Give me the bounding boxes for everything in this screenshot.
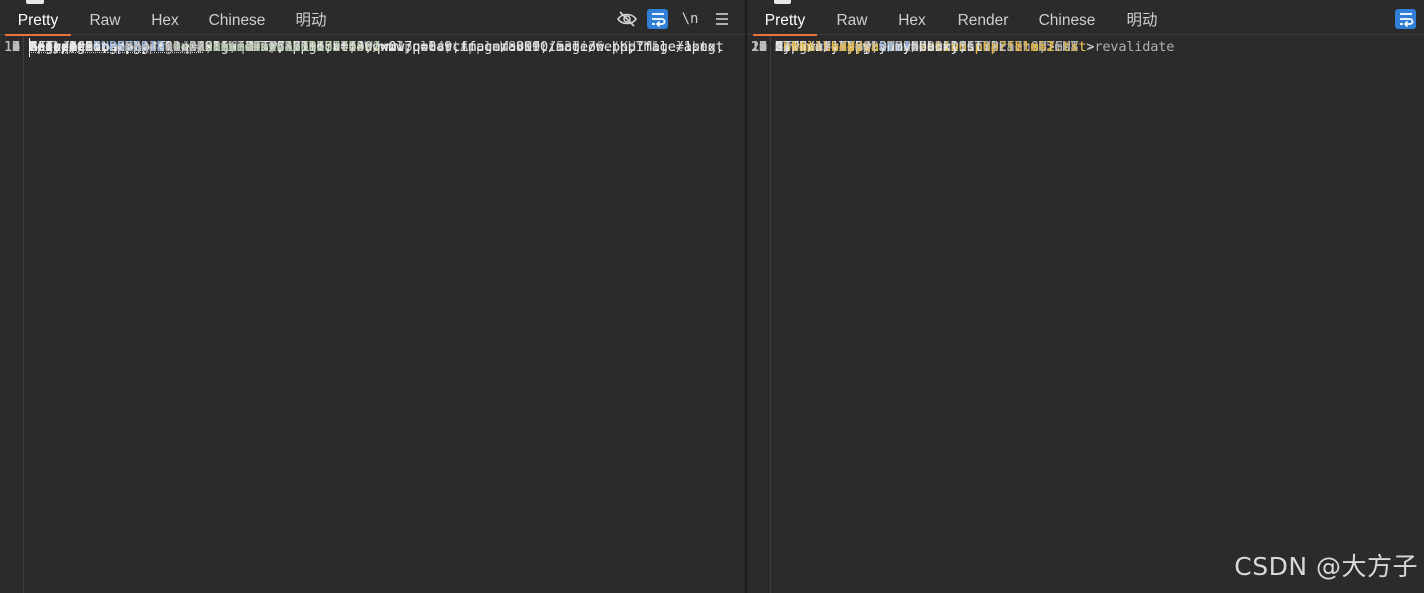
line-number: 12 xyxy=(4,39,20,55)
response-tab-pretty[interactable]: Pretty xyxy=(753,6,817,36)
request-editor[interactable]: 1 GET /action.php?file=1.txt HTTP/1.1 2 Hos… xyxy=(0,36,745,593)
html-token: > xyxy=(862,39,871,55)
html-token: body xyxy=(830,39,863,55)
request-tab-mingdong[interactable]: 明动 xyxy=(285,6,337,35)
html-token: a xyxy=(870,39,879,55)
response-pane: Pretty Raw Hex Render Chinese 明动 1 HTTP/1… xyxy=(747,0,1424,593)
response-title-fragment xyxy=(774,0,791,4)
eye-slash-icon[interactable] xyxy=(616,9,638,29)
request-title-fragment xyxy=(26,0,44,4)
line-number: 21 xyxy=(751,39,767,55)
header-value: keep-alive xyxy=(124,39,205,55)
html-token: > xyxy=(822,39,831,55)
line-content: </html> xyxy=(775,38,831,57)
response-gutter xyxy=(747,36,771,593)
html-token: > xyxy=(1086,39,1095,55)
response-header-strip xyxy=(747,0,1424,5)
response-tab-raw[interactable]: Raw xyxy=(827,6,877,35)
html-token: > xyxy=(878,39,887,55)
request-pane: Pretty Raw Hex Chinese 明动 \n 1 GET /actio… xyxy=(0,0,745,593)
watermark: CSDN @大方子 xyxy=(1234,552,1418,581)
request-tab-pretty[interactable]: Pretty xyxy=(5,6,71,36)
response-tab-hex[interactable]: Hex xyxy=(887,6,937,35)
response-tabbar: Pretty Raw Hex Render Chinese 明动 xyxy=(747,6,1424,36)
request-tab-hex[interactable]: Hex xyxy=(140,6,190,35)
html-token: html xyxy=(790,39,823,55)
response-tab-chinese[interactable]: Chinese xyxy=(1029,6,1105,35)
request-header-strip xyxy=(0,0,745,5)
newline-icon[interactable]: \n xyxy=(679,9,701,29)
request-gutter xyxy=(0,36,24,593)
header-name: Connection xyxy=(29,39,109,55)
request-tab-chinese[interactable]: Chinese xyxy=(199,6,275,35)
response-tab-mingdong[interactable]: 明动 xyxy=(1116,6,1168,35)
html-token: </ xyxy=(775,39,791,55)
wrap-lines-icon[interactable] xyxy=(647,9,668,29)
response-editor[interactable]: 1 HTTP/1.1 200 OK 2 Cache-Control: no-store… xyxy=(747,36,1424,593)
request-tab-raw[interactable]: Raw xyxy=(80,6,130,35)
header-separator: : xyxy=(108,39,125,55)
wrap-lines-icon[interactable] xyxy=(1395,9,1416,29)
menu-icon[interactable] xyxy=(711,9,733,29)
response-tab-render[interactable]: Render xyxy=(948,6,1018,35)
line-content: Connection: keep-alive xyxy=(29,38,205,57)
